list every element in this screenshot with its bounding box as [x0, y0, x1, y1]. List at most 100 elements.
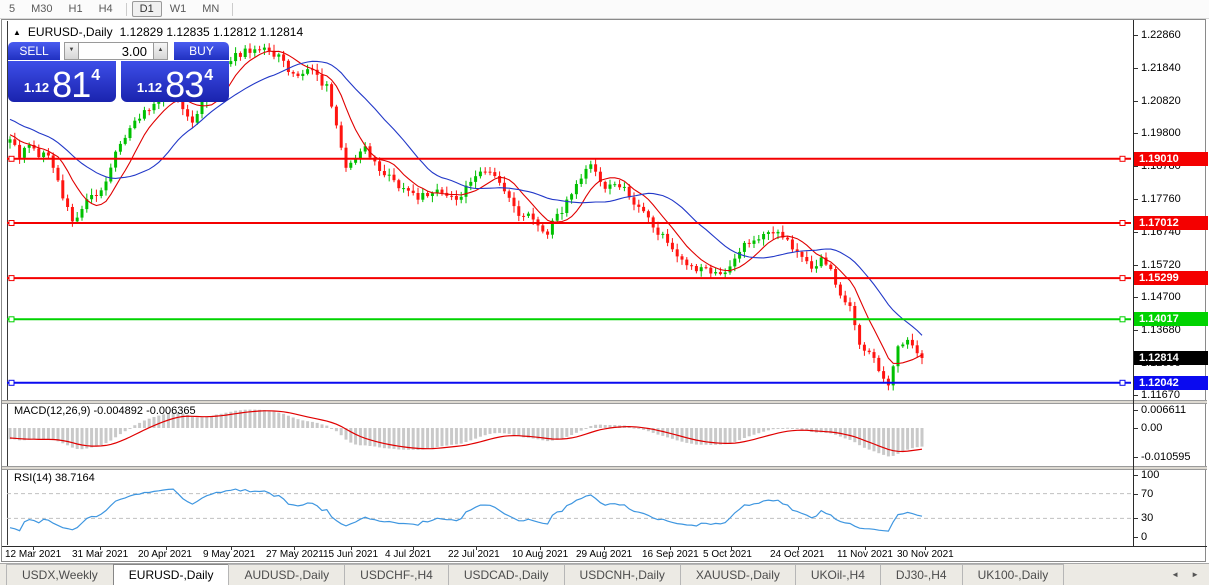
macd-tick-label: 0.00	[1141, 422, 1163, 434]
symbol-tab-usdcnh-daily[interactable]: USDCNH-,Daily	[563, 564, 681, 585]
date-label: 11 Nov 2021	[837, 549, 893, 560]
date-tick-mark	[231, 546, 232, 550]
horizontal-level-line-1.14017[interactable]	[7, 316, 1131, 323]
date-tick-mark	[166, 546, 167, 550]
current-bid-badge: 1.12814	[1134, 350, 1208, 365]
horizontal-level-line-1.12042[interactable]	[7, 379, 1131, 386]
date-label: 12 Mar 2021	[5, 549, 62, 560]
date-label: 20 Apr 2021	[138, 549, 192, 560]
macd-tick-label: 0.006611	[1141, 403, 1187, 416]
date-label: 30 Nov 2021	[897, 549, 954, 560]
tab-scroll-right-icon[interactable]: ►	[1191, 570, 1199, 579]
price-tick-mark	[1134, 297, 1138, 299]
symbol-tab-usdcad-daily[interactable]: USDCAD-,Daily	[447, 564, 565, 585]
date-tick-mark	[925, 546, 926, 550]
date-tick-mark	[865, 546, 866, 550]
level-price-badge: 1.15299	[1134, 271, 1208, 286]
buy-price-display[interactable]: 1.12 83 4	[121, 61, 229, 103]
sell-button[interactable]: SELL	[8, 42, 60, 60]
price-tick-label: 1.11670	[1141, 388, 1180, 401]
rsi-tick-mark	[1134, 475, 1138, 476]
price-tick-mark	[1134, 264, 1138, 266]
one-click-trade-panel: SELL ▼ ▲ BUY 1.12 81 4 1.12 83 4	[8, 42, 229, 105]
price-tick-mark	[1134, 330, 1138, 332]
tab-scroll-left-icon[interactable]: ◄	[1171, 570, 1179, 579]
date-tick-mark	[604, 546, 605, 550]
price-tick-label: 1.19800	[1141, 127, 1181, 140]
sell-price-small: 1.12	[23, 80, 50, 95]
date-label: 10 Aug 2021	[512, 549, 569, 560]
price-tick-mark	[1134, 198, 1138, 200]
volume-input[interactable]	[79, 42, 153, 60]
symbol-tab-dj30-h4[interactable]: DJ30-,H4	[879, 564, 963, 585]
price-tick-mark	[1134, 231, 1138, 233]
rsi-tick-mark	[1134, 518, 1138, 520]
date-tick-mark	[33, 546, 34, 550]
rsi-tick-label: 30	[1141, 512, 1154, 525]
macd-tick-mark	[1134, 409, 1138, 411]
macd-tick-label: -0.010595	[1141, 450, 1191, 463]
rsi-tick-label: 0	[1141, 531, 1148, 543]
panel-separator-macd[interactable]	[2, 400, 1207, 404]
date-tick-mark	[798, 546, 799, 550]
price-tick-label: 1.15720	[1141, 258, 1181, 271]
spin-down-icon: ▼	[68, 47, 75, 53]
price-tick-mark	[1134, 67, 1138, 69]
symbol-tab-xauusd-daily[interactable]: XAUUSD-,Daily	[679, 564, 796, 585]
rsi-line	[9, 488, 923, 532]
trading-terminal: 5 M30 H1 H4 D1 W1 MN ▲ EURUSD-,Daily 1.12829 1…	[0, 0, 1209, 585]
date-tick-mark	[540, 546, 541, 550]
symbol-tab-usdchf-h4[interactable]: USDCHF-,H4	[344, 564, 449, 585]
sell-price-big: 81	[52, 64, 91, 105]
tab-scroll-controls: ◄ ►	[1171, 564, 1209, 585]
rsi-tick-label: 100	[1141, 469, 1160, 481]
price-tick-mark	[1134, 35, 1138, 36]
date-tick-mark	[476, 546, 477, 550]
date-tick-mark	[100, 546, 101, 550]
symbol-tab-uk100-daily[interactable]: UK100-,Daily	[961, 564, 1065, 585]
date-label: 4 Jul 2021	[385, 549, 432, 560]
macd-tick-mark	[1134, 428, 1138, 429]
date-label: 16 Sep 2021	[642, 549, 699, 560]
spin-up-icon: ▲	[157, 47, 164, 53]
date-tick-mark	[670, 546, 671, 550]
date-label: 24 Oct 2021	[770, 549, 825, 560]
ohlc-quotes: 1.12829 1.12835 1.12812 1.12814	[119, 25, 304, 39]
symbol-period-label: EURUSD-,Daily	[27, 25, 113, 39]
sell-price-sup: 4	[91, 67, 101, 84]
date-label: 29 Aug 2021	[576, 549, 633, 560]
date-label: 5 Oct 2021	[703, 549, 752, 560]
rsi-tick-mark	[1134, 493, 1138, 495]
buy-button[interactable]: BUY	[174, 42, 229, 60]
date-label: 31 Mar 2021	[72, 549, 129, 560]
rsi-label: RSI(14) 38.7164	[14, 472, 95, 484]
buy-price-small: 1.12	[136, 80, 163, 95]
level-price-badge: 1.14017	[1134, 312, 1208, 327]
symbol-tab-audusd-daily[interactable]: AUDUSD-,Daily	[228, 564, 346, 585]
date-label: 15 Jun 2021	[323, 549, 379, 560]
horizontal-level-line-1.15299[interactable]	[7, 275, 1131, 282]
price-tick-mark	[1134, 100, 1138, 102]
price-tick-label: 1.21840	[1141, 61, 1181, 74]
date-label: 27 May 2021	[266, 549, 324, 560]
price-tick-label: 1.22860	[1141, 29, 1181, 41]
volume-decrease-button[interactable]: ▼	[64, 42, 79, 60]
price-tick-label: 1.14700	[1141, 291, 1181, 304]
panel-separator-rsi[interactable]	[2, 466, 1207, 470]
horizontal-level-line-1.17012[interactable]	[7, 220, 1131, 226]
chart-title-row: ▲ EURUSD-,Daily 1.12829 1.12835 1.12812 …	[13, 25, 303, 39]
date-tick-mark	[351, 546, 352, 550]
price-tick-label: 1.20820	[1141, 94, 1181, 107]
symbol-tab-usdx-weekly[interactable]: USDX,Weekly	[6, 564, 114, 585]
date-tick-mark	[294, 546, 295, 550]
macd-tick-mark	[1134, 456, 1138, 458]
symbol-tab-eurusd-daily[interactable]: EURUSD-,Daily	[112, 564, 230, 585]
buy-price-sup: 4	[204, 67, 214, 84]
sell-price-display[interactable]: 1.12 81 4	[8, 61, 116, 105]
volume-increase-button[interactable]: ▲	[153, 42, 168, 60]
horizontal-level-line-1.19010[interactable]	[7, 155, 1131, 162]
date-tick-mark	[413, 546, 414, 550]
collapse-window-icon[interactable]: ▲	[13, 28, 21, 37]
price-tick-label: 1.17760	[1141, 192, 1181, 205]
symbol-tab-ukoil-h4[interactable]: UKOil-,H4	[794, 564, 881, 585]
